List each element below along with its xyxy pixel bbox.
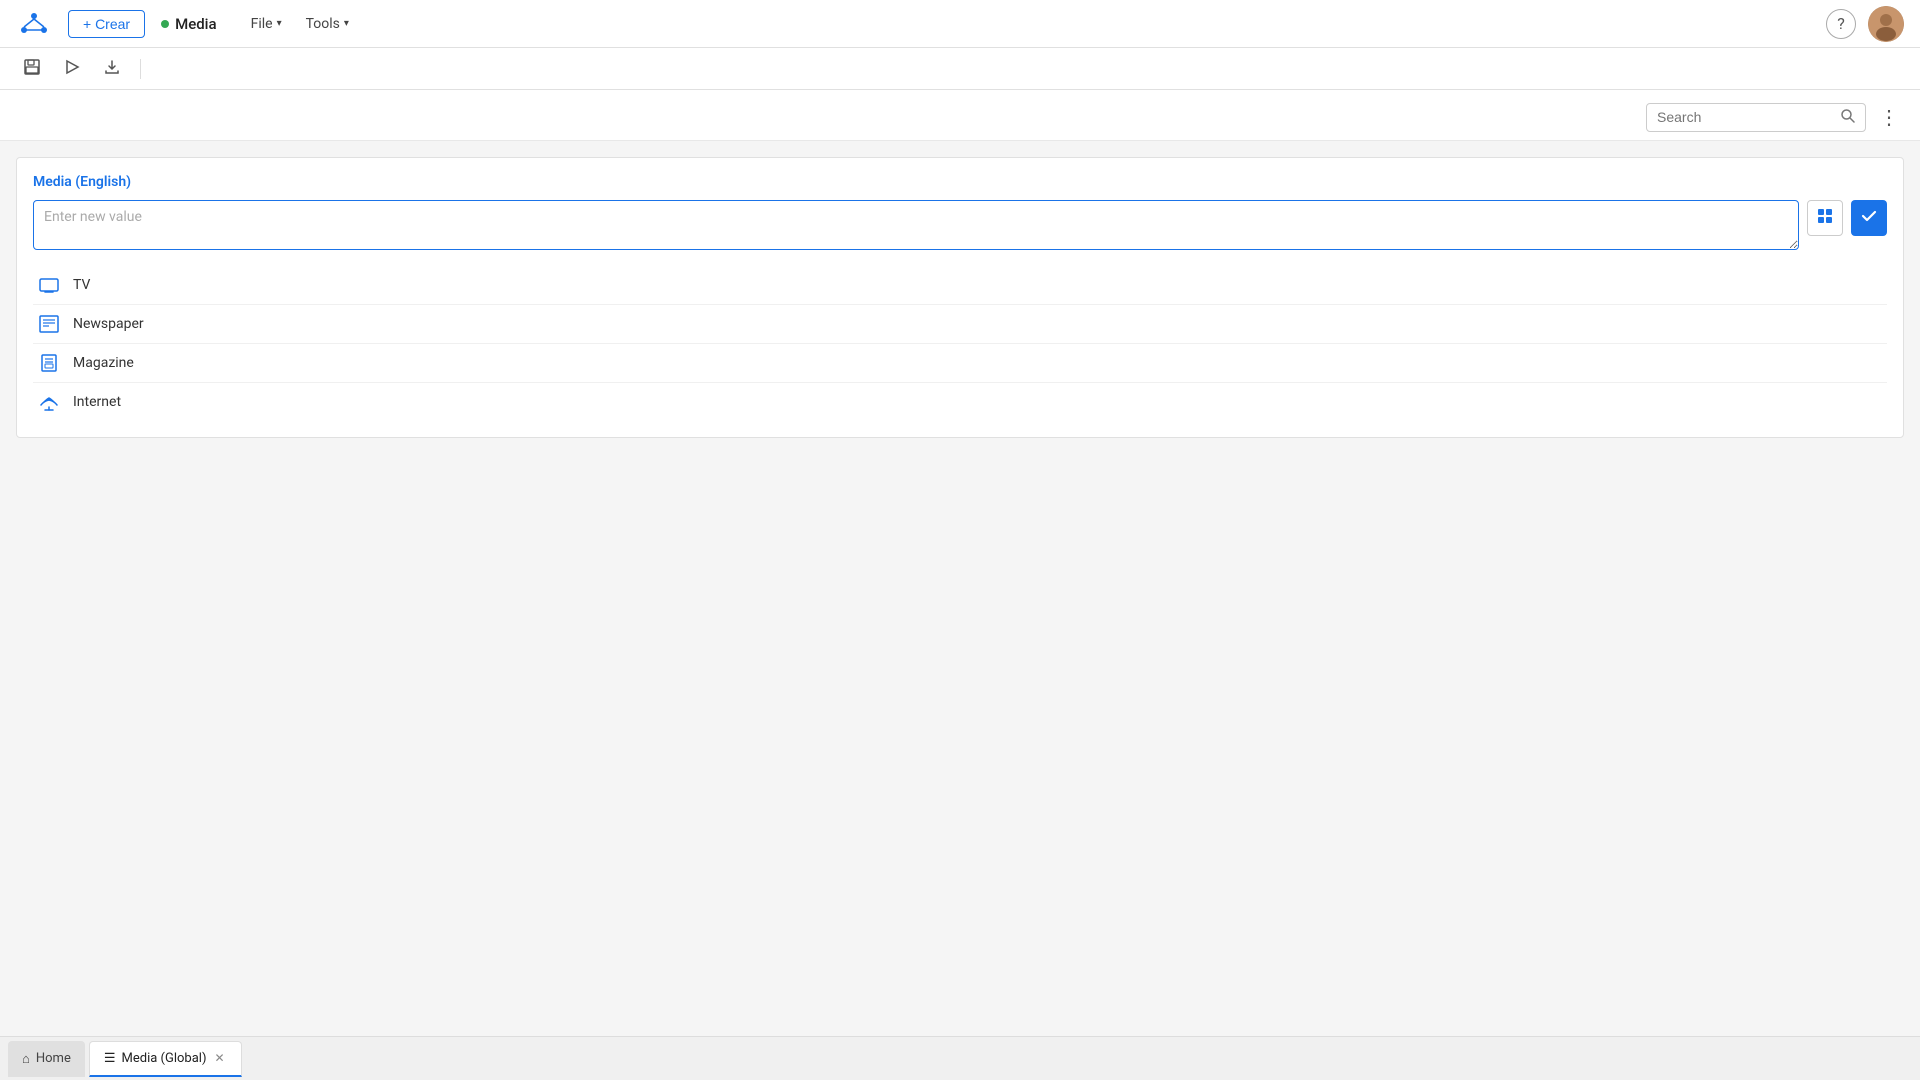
tools-label: Tools (306, 16, 340, 32)
nav-right: ? (1826, 6, 1904, 42)
grid-icon (1817, 208, 1833, 228)
new-value-input[interactable] (33, 200, 1799, 250)
question-icon: ? (1837, 14, 1845, 33)
search-icon[interactable] (1840, 108, 1855, 127)
newspaper-label: Newspaper (73, 316, 144, 332)
avatar-image (1868, 6, 1904, 42)
search-area: ⋮ (0, 90, 1920, 141)
status-dot (161, 20, 169, 28)
export-icon (104, 59, 120, 79)
internet-icon (37, 393, 61, 411)
media-global-label: Media (Global) (122, 1051, 207, 1066)
media-global-tab[interactable]: ☰ Media (Global) ✕ (89, 1041, 242, 1077)
save-button[interactable] (16, 53, 48, 85)
home-tab[interactable]: ⌂ Home (8, 1041, 85, 1077)
search-input[interactable] (1657, 109, 1840, 125)
toolbar (0, 48, 1920, 90)
nav-menu: File ▾ Tools ▾ (241, 12, 359, 36)
tab-close-button[interactable]: ✕ (212, 1049, 226, 1067)
play-icon (64, 59, 80, 79)
top-navigation: + Crear Media File ▾ Tools ▾ ? (0, 0, 1920, 48)
main-content: Media (English) (0, 141, 1920, 1037)
export-button[interactable] (96, 53, 128, 85)
home-icon: ⌂ (22, 1051, 30, 1067)
newspaper-icon (37, 315, 61, 333)
list-item[interactable]: TV (33, 266, 1887, 305)
file-menu[interactable]: File ▾ (241, 12, 292, 36)
icon-picker-button[interactable] (1807, 200, 1843, 236)
file-chevron-icon: ▾ (277, 18, 282, 29)
search-box (1646, 103, 1866, 132)
bottom-tabs: ⌂ Home ☰ Media (Global) ✕ (0, 1036, 1920, 1080)
help-button[interactable]: ? (1826, 9, 1856, 39)
more-options-button[interactable]: ⋮ (1874, 102, 1904, 132)
play-button[interactable] (56, 53, 88, 85)
magazine-icon (37, 354, 61, 372)
file-label: File (251, 16, 273, 32)
confirm-button[interactable] (1851, 200, 1887, 236)
media-tab-icon: ☰ (104, 1051, 116, 1066)
toolbar-separator (140, 59, 141, 79)
tv-icon (37, 276, 61, 294)
media-label-container: Media (161, 15, 217, 33)
media-card: Media (English) (16, 157, 1904, 438)
list-item[interactable]: Magazine (33, 344, 1887, 383)
list-item[interactable]: Newspaper (33, 305, 1887, 344)
home-tab-label: Home (36, 1051, 71, 1066)
media-list: TV Newspaper (33, 266, 1887, 421)
user-avatar[interactable] (1868, 6, 1904, 42)
magazine-label: Magazine (73, 355, 134, 371)
section-title: Media (English) (33, 174, 1887, 190)
tools-menu[interactable]: Tools ▾ (296, 12, 359, 36)
media-title: Media (175, 15, 217, 33)
list-item[interactable]: Internet (33, 383, 1887, 421)
new-value-area (33, 200, 1887, 250)
tv-label: TV (73, 277, 90, 293)
vertical-dots-icon: ⋮ (1879, 105, 1899, 129)
save-icon (23, 58, 41, 80)
tools-chevron-icon: ▾ (344, 18, 349, 29)
check-icon (1861, 208, 1877, 228)
crear-button[interactable]: + Crear (68, 10, 145, 38)
internet-label: Internet (73, 394, 121, 410)
app-logo[interactable] (16, 6, 52, 42)
